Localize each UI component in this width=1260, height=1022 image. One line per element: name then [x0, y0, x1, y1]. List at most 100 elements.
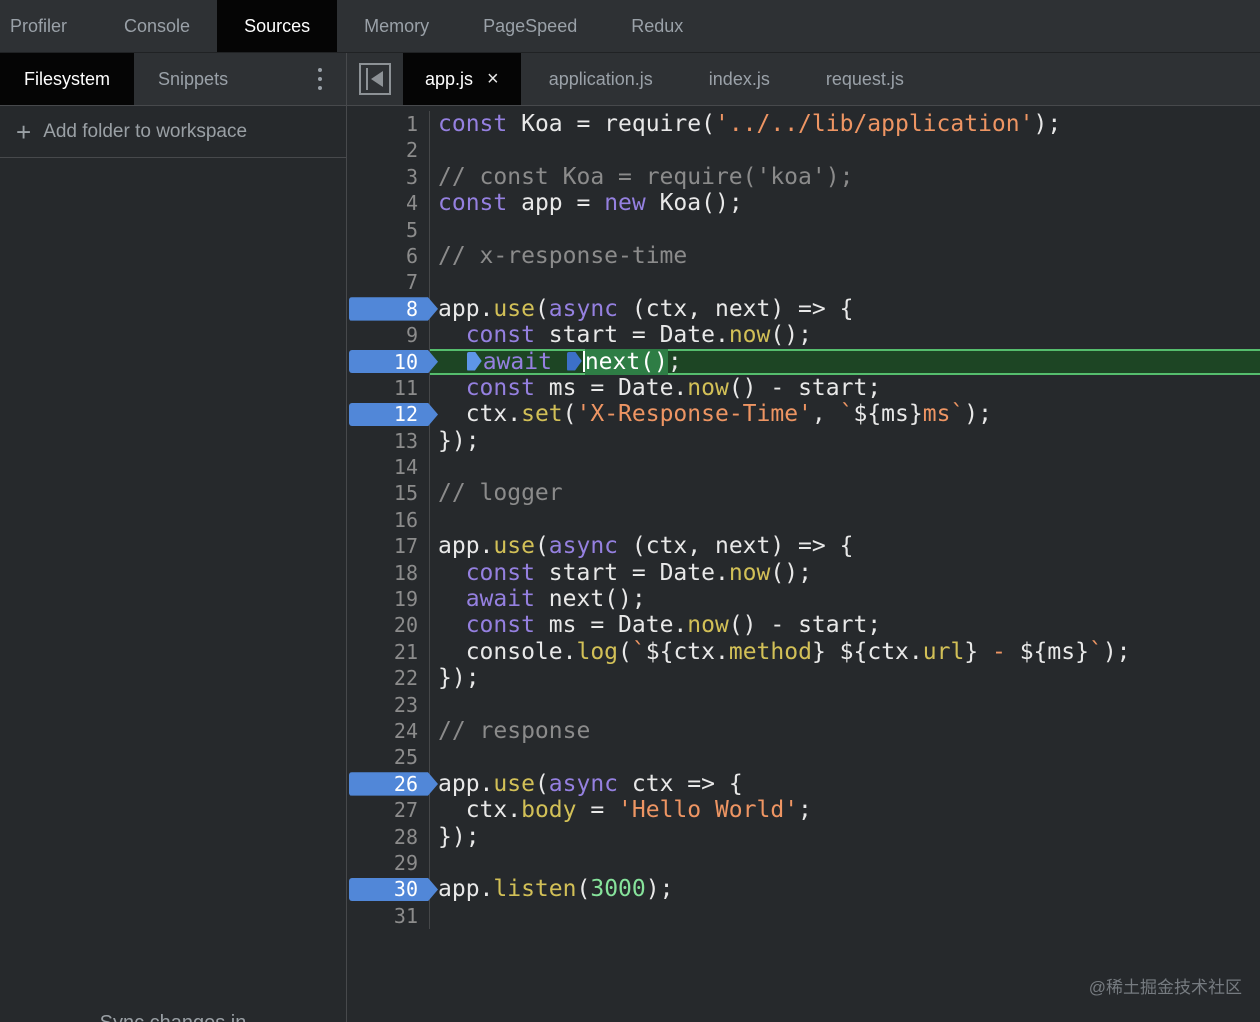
code-line-content[interactable]: const ms = Date.now() - start; [430, 375, 1260, 401]
code-line-content[interactable]: const Koa = require('../../lib/applicati… [430, 111, 1260, 137]
code-token: body [521, 797, 577, 824]
code-line-content[interactable] [430, 269, 1260, 295]
line-number-gutter[interactable]: 30 [347, 876, 430, 903]
inline-breakpoint-marker[interactable] [466, 351, 482, 371]
line-number: 25 [393, 745, 418, 770]
code-line-content[interactable]: }); [430, 428, 1260, 454]
breakpoint-marker[interactable] [349, 297, 438, 320]
code-line-content[interactable]: app.use(async (ctx, next) => { [430, 533, 1260, 559]
line-number-gutter[interactable]: 5 [347, 216, 430, 243]
code-line-content[interactable]: // const Koa = require('koa'); [430, 164, 1260, 190]
code-token: await [482, 348, 552, 375]
code-line-content[interactable] [430, 692, 1260, 718]
code-token: ms = Date. [534, 612, 688, 639]
line-number-gutter[interactable]: 2 [347, 137, 430, 164]
code-token: ${ctx. [839, 638, 923, 665]
line-number-gutter[interactable]: 11 [347, 374, 430, 402]
file-tab-label: request.js [825, 68, 904, 89]
code-line-content[interactable]: await next(); [430, 586, 1260, 612]
code-line-content[interactable] [430, 454, 1260, 480]
line-number-gutter[interactable]: 9 [347, 322, 430, 349]
code-token: now [687, 612, 729, 639]
line-number-gutter[interactable]: 13 [347, 427, 430, 455]
add-folder-to-workspace-button[interactable]: + Add folder to workspace [0, 106, 346, 158]
line-number-gutter[interactable]: 10 [347, 348, 430, 375]
code-line-content[interactable]: app.listen(3000); [430, 876, 1260, 902]
line-number-gutter[interactable]: 26 [347, 770, 430, 798]
top-tab-sources[interactable]: Sources [217, 0, 338, 52]
line-number-gutter[interactable]: 16 [347, 506, 430, 534]
line-number-gutter[interactable]: 23 [347, 691, 430, 718]
close-tab-icon[interactable]: × [487, 69, 499, 89]
code-line-content[interactable]: const start = Date.now(); [430, 560, 1260, 586]
code-token: ( [576, 876, 591, 903]
code-line-content[interactable]: const ms = Date.now() - start; [430, 612, 1260, 638]
file-tab-request-js[interactable]: request.js [798, 53, 932, 105]
line-number-gutter[interactable]: 4 [347, 190, 430, 217]
code-line-content[interactable]: app.use(async (ctx, next) => { [430, 296, 1260, 322]
code-line-content[interactable]: const start = Date.now(); [430, 322, 1260, 348]
code-line-content[interactable]: const app = new Koa(); [430, 190, 1260, 216]
code-editor[interactable]: 1 const Koa = require('../../lib/applicat… [347, 106, 1260, 1022]
code-line-content[interactable]: ctx.body = 'Hello World'; [430, 797, 1260, 823]
code-line-content[interactable] [430, 744, 1260, 770]
more-options-icon[interactable] [314, 64, 326, 94]
code-line-content[interactable]: ctx.set('X-Response-Time', `${ms}ms`); [430, 401, 1260, 427]
line-number-gutter[interactable]: 19 [347, 586, 430, 613]
line-number-gutter[interactable]: 14 [347, 454, 430, 481]
code-line-content[interactable]: }); [430, 665, 1260, 691]
top-tab-pagespeed[interactable]: PageSpeed [456, 0, 604, 52]
line-number-gutter[interactable]: 15 [347, 480, 430, 507]
line-number-gutter[interactable]: 27 [347, 797, 430, 824]
line-number-gutter[interactable]: 31 [347, 902, 430, 930]
code-line-content[interactable]: // response [430, 718, 1260, 744]
paused-execution-line[interactable]: await next(); [430, 348, 1260, 375]
line-number-gutter[interactable]: 21 [347, 638, 430, 666]
top-tab-profiler[interactable]: Profiler [0, 0, 97, 52]
file-tab-application-js[interactable]: application.js [521, 53, 681, 105]
line-number-gutter[interactable]: 8 [347, 295, 430, 323]
navigator-tab-filesystem[interactable]: Filesystem [0, 53, 135, 105]
top-tab-console[interactable]: Console [97, 0, 217, 52]
code-token: app = [507, 190, 605, 217]
file-tab-index-js[interactable]: index.js [681, 53, 798, 105]
line-number-gutter[interactable]: 12 [347, 401, 430, 428]
hide-navigator-button[interactable] [347, 53, 403, 105]
line-number-gutter[interactable]: 28 [347, 823, 430, 850]
line-number-gutter[interactable]: 20 [347, 612, 430, 639]
top-tab-redux[interactable]: Redux [604, 0, 710, 52]
line-number-gutter[interactable]: 17 [347, 533, 430, 560]
line-number-gutter[interactable]: 1 [347, 111, 430, 138]
line-number-gutter[interactable]: 22 [347, 665, 430, 692]
navigator-tab-snippets[interactable]: Snippets [134, 53, 252, 105]
code-line-content[interactable]: console.log(`${ctx.method} ${ctx.url} - … [430, 639, 1260, 665]
line-number-gutter[interactable]: 6 [347, 242, 430, 270]
code-line: 13}); [347, 427, 1260, 455]
code-line-content[interactable]: // x-response-time [430, 243, 1260, 269]
code-token: ms = Date. [534, 374, 688, 401]
top-tab-memory[interactable]: Memory [337, 0, 456, 52]
code-line-content[interactable]: }); [430, 824, 1260, 850]
code-line-content[interactable] [430, 137, 1260, 163]
code-line-content[interactable]: app.use(async ctx => { [430, 771, 1260, 797]
code-token: // const Koa = require('koa'); [438, 163, 854, 190]
code-token: new [604, 190, 646, 217]
line-number-gutter[interactable]: 7 [347, 269, 430, 296]
line-number-gutter[interactable]: 24 [347, 717, 430, 745]
code-line-content[interactable] [430, 507, 1260, 533]
line-number-gutter[interactable]: 25 [347, 744, 430, 771]
line-number-gutter[interactable]: 3 [347, 163, 430, 191]
sources-toolbar: Filesystem Snippets app.js × application.js… [0, 53, 1260, 106]
code-token: async [548, 533, 619, 560]
inline-breakpoint-marker[interactable] [566, 351, 582, 371]
code-line: 30 app.listen(3000); [347, 876, 1260, 903]
code-line-content[interactable] [430, 850, 1260, 876]
line-number-gutter[interactable]: 29 [347, 849, 430, 877]
code-line-content[interactable] [430, 903, 1260, 929]
code-line-content[interactable]: // logger [430, 480, 1260, 506]
file-tab-app-js[interactable]: app.js × [403, 53, 521, 105]
code-line-content[interactable] [430, 217, 1260, 243]
line-number-gutter[interactable]: 18 [347, 559, 430, 587]
